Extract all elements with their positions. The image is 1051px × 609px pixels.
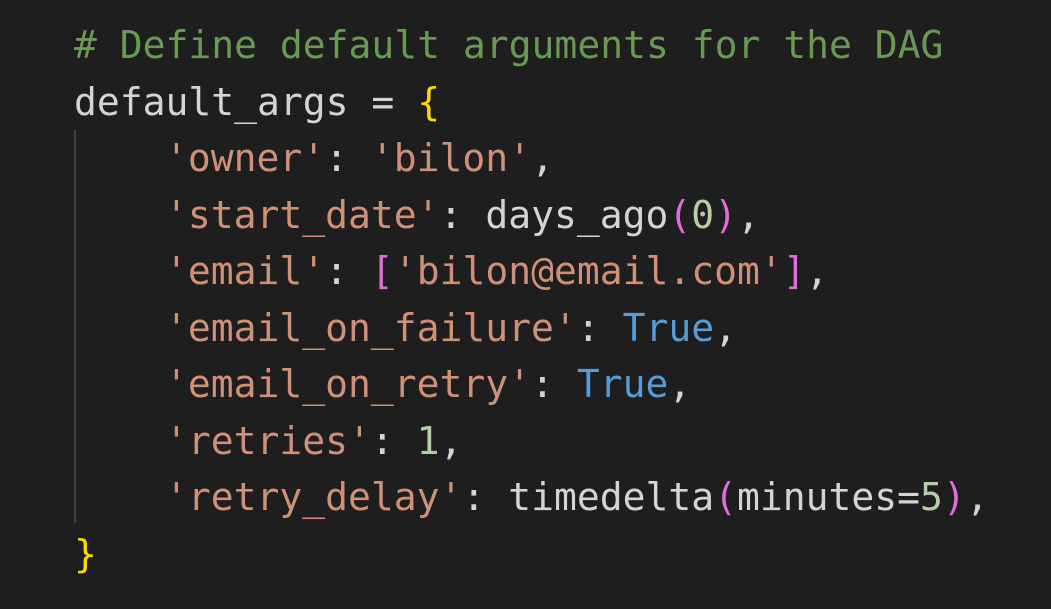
comma: , bbox=[805, 249, 829, 293]
code-line-retries: 'retries': 1, bbox=[74, 413, 989, 470]
colon: : bbox=[439, 192, 486, 237]
code-line-email-on-failure: 'email_on_failure': True, bbox=[74, 300, 989, 357]
dict-key: 'email' bbox=[165, 249, 326, 293]
code-line-assignment: default_args = { bbox=[74, 74, 989, 131]
number-literal: 5 bbox=[920, 475, 943, 519]
code-line-email-on-retry: 'email_on_retry': True, bbox=[74, 356, 989, 413]
function-name: days_ago bbox=[485, 192, 669, 237]
dict-value: 'bilon' bbox=[370, 136, 532, 180]
colon: : bbox=[462, 475, 509, 519]
dict-key: 'start_date' bbox=[165, 192, 440, 237]
dict-key: 'retry_delay' bbox=[165, 475, 463, 519]
open-paren: ( bbox=[668, 192, 692, 237]
dict-key: 'retries' bbox=[165, 418, 371, 463]
dict-value: 'bilon@email.com' bbox=[393, 249, 783, 293]
close-bracket: ] bbox=[782, 249, 806, 293]
dict-key: 'email_on_failure' bbox=[165, 305, 577, 350]
comma: , bbox=[965, 475, 989, 519]
boolean-literal: True bbox=[622, 305, 715, 350]
close-paren: ) bbox=[714, 192, 738, 237]
code-line-comment: # Define default arguments for the DAG bbox=[74, 17, 989, 74]
code-line-close: } bbox=[74, 526, 989, 583]
dict-key: 'email_on_retry' bbox=[165, 362, 532, 406]
close-paren: ) bbox=[942, 475, 966, 519]
code-line-retry-delay: 'retry_delay': timedelta(minutes=5), bbox=[74, 469, 989, 526]
code-line-start-date: 'start_date': days_ago(0), bbox=[74, 187, 989, 244]
code-line-email: 'email': ['bilon@email.com'], bbox=[74, 243, 989, 300]
colon: : bbox=[370, 418, 417, 463]
colon: : bbox=[531, 362, 577, 406]
comma: , bbox=[714, 305, 737, 350]
colon: : bbox=[325, 136, 371, 180]
code-editor[interactable]: # Define default arguments for the DAG d… bbox=[0, 0, 1051, 609]
comma: , bbox=[737, 192, 760, 237]
comma: , bbox=[439, 418, 463, 463]
boolean-literal: True bbox=[576, 362, 669, 406]
parameter-name: minutes bbox=[736, 475, 898, 519]
open-paren: ( bbox=[714, 475, 737, 519]
colon: : bbox=[325, 249, 371, 293]
assign-operator: = bbox=[348, 79, 418, 124]
function-name: timedelta bbox=[508, 475, 715, 519]
comment: # Define default arguments for the DAG bbox=[74, 23, 944, 67]
code-line-owner: 'owner': 'bilon', bbox=[74, 130, 989, 187]
colon: : bbox=[576, 305, 623, 350]
variable-name: default_args bbox=[74, 79, 349, 124]
close-brace: } bbox=[74, 531, 97, 576]
dict-key: 'owner' bbox=[165, 136, 326, 180]
open-bracket: [ bbox=[370, 249, 394, 293]
code-block[interactable]: # Define default arguments for the DAG d… bbox=[74, 17, 989, 582]
number-literal: 1 bbox=[416, 418, 440, 463]
equals-operator: = bbox=[897, 475, 921, 519]
open-brace: { bbox=[417, 79, 441, 124]
comma: , bbox=[668, 362, 692, 406]
comma: , bbox=[531, 136, 554, 180]
number-literal: 0 bbox=[691, 192, 715, 237]
